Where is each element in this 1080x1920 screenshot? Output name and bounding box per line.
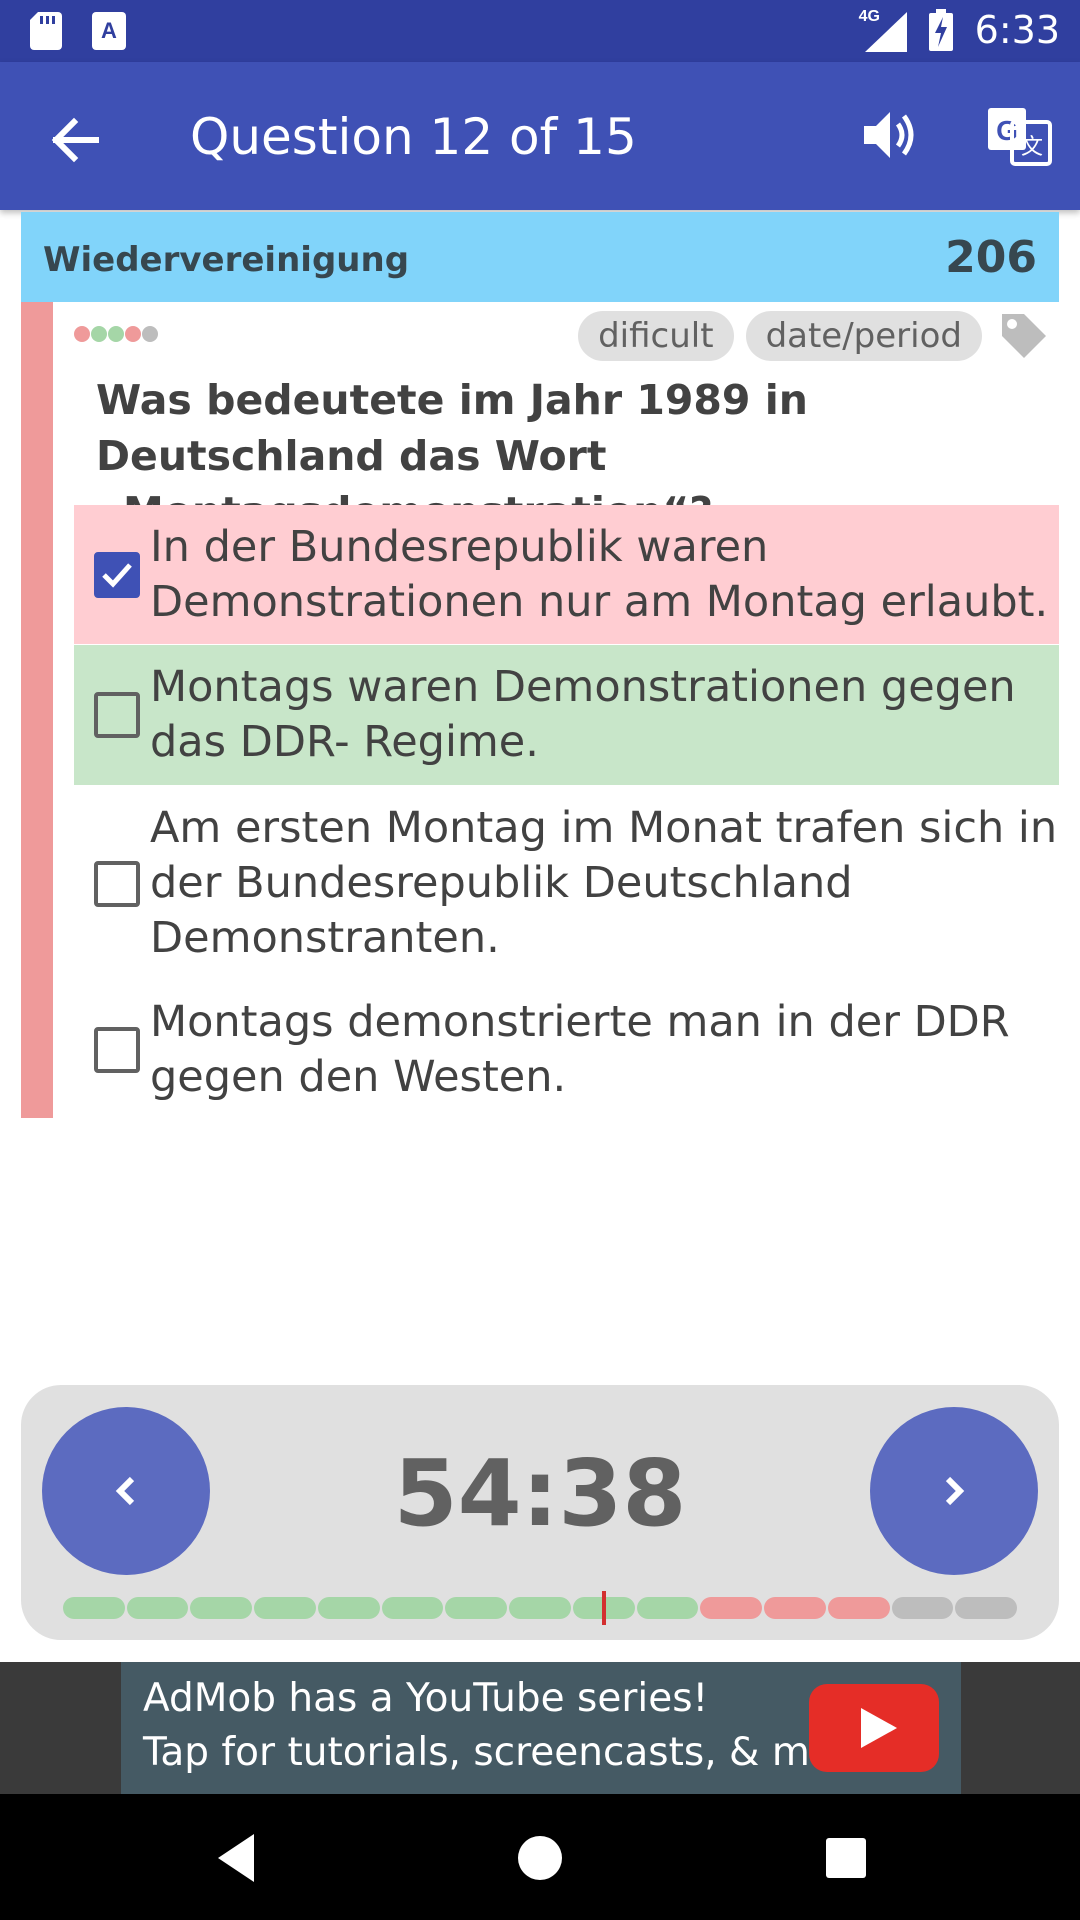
nav-recents-icon[interactable]: [818, 1830, 874, 1886]
answer-option-4[interactable]: Montags demonstrierte man in der DDR geg…: [74, 990, 1059, 1110]
tag-icon[interactable]: [998, 310, 1050, 362]
answer-text: In der Bundesrepublik waren Demonstratio…: [150, 521, 1049, 627]
checkbox-checked-icon[interactable]: [94, 551, 140, 598]
svg-text:G: G: [996, 115, 1018, 146]
result-indicator-bar: [21, 302, 53, 1118]
progress-segment[interactable]: [636, 1597, 699, 1619]
nav-back-icon[interactable]: [210, 1830, 266, 1886]
svg-text:文: 文: [1021, 134, 1043, 159]
answer-text: Montags demonstrierte man in der DDR geg…: [150, 997, 1010, 1102]
difficulty-dot: [142, 326, 158, 342]
clock: 6:33: [974, 8, 1060, 52]
progress-segment[interactable]: [509, 1597, 571, 1619]
progress-segment[interactable]: [827, 1597, 890, 1619]
chevron-right-icon: [945, 1476, 965, 1506]
battery-charging-icon: [928, 9, 953, 51]
progress-segment[interactable]: [700, 1597, 763, 1619]
question-number: 206: [945, 232, 1037, 283]
progress-segment[interactable]: [190, 1597, 253, 1619]
progress-segment[interactable]: [63, 1597, 125, 1619]
back-arrow-icon[interactable]: [46, 112, 102, 168]
question-progress-bar[interactable]: [63, 1591, 1017, 1625]
difficulty-dot: [91, 326, 107, 342]
tag-difficulty[interactable]: dificult: [578, 311, 734, 361]
progress-segment[interactable]: [891, 1597, 954, 1619]
answer-option-1[interactable]: In der Bundesrepublik waren Demonstratio…: [74, 505, 1059, 644]
progress-segment[interactable]: [381, 1597, 444, 1619]
progress-segment[interactable]: [955, 1597, 1017, 1619]
answer-text: Am ersten Montag im Monat trafen sich in…: [150, 803, 1058, 963]
text-a-icon: A: [92, 12, 126, 50]
answer-option-2[interactable]: Montags waren Demonstrationen gegen das …: [74, 645, 1059, 785]
svg-text:A: A: [101, 18, 117, 43]
progress-segment[interactable]: [445, 1597, 508, 1619]
progress-segment[interactable]: [764, 1597, 826, 1619]
progress-segment[interactable]: [317, 1597, 380, 1619]
ad-container: AdMob has a YouTube series! Tap for tuto…: [0, 1662, 1080, 1794]
youtube-icon: [809, 1684, 939, 1772]
network-type: 4G: [858, 8, 880, 25]
difficulty-dot: [108, 326, 124, 342]
page-title: Question 12 of 15: [190, 108, 637, 166]
speaker-icon[interactable]: [858, 102, 924, 168]
checkbox-icon[interactable]: [94, 692, 140, 738]
difficulty-dot: [125, 326, 141, 342]
translate-icon[interactable]: G 文: [986, 102, 1052, 168]
tag-list: dificult date/period: [578, 310, 1050, 362]
category-name: Wiedervereinigung: [43, 240, 410, 280]
progress-segment[interactable]: [254, 1597, 316, 1619]
answer-option-3[interactable]: Am ersten Montag im Monat trafen sich in…: [74, 796, 1059, 971]
progress-segment[interactable]: [126, 1597, 189, 1619]
checkbox-icon[interactable]: [94, 860, 140, 907]
tag-category[interactable]: date/period: [745, 311, 982, 361]
category-header: Wiedervereinigung 206: [21, 212, 1059, 302]
ad-line-2: Tap for tutorials, screencasts, & more.: [143, 1730, 886, 1775]
status-bar: A 4G 6:33: [0, 0, 1080, 62]
ad-banner[interactable]: AdMob has a YouTube series! Tap for tuto…: [121, 1662, 961, 1794]
next-question-button[interactable]: [870, 1407, 1038, 1575]
checkbox-icon[interactable]: [94, 1027, 140, 1073]
app-bar: Question 12 of 15 G 文: [0, 62, 1080, 210]
app-root: A 4G 6:33 Question 12 of 15 G 文 Wiederve…: [0, 0, 1080, 1920]
navigation-panel: 54:38: [21, 1385, 1059, 1640]
nav-home-icon[interactable]: [512, 1830, 568, 1886]
difficulty-dot: [74, 326, 90, 342]
sd-card-icon: [30, 12, 62, 50]
difficulty-dots: [74, 326, 158, 342]
current-question-marker: [601, 1591, 606, 1625]
answer-text: Montags waren Demonstrationen gegen das …: [150, 662, 1016, 767]
ad-line-1: AdMob has a YouTube series!: [143, 1676, 709, 1721]
signal-icon: 4G: [859, 8, 907, 52]
system-navigation-bar: [0, 1794, 1080, 1920]
